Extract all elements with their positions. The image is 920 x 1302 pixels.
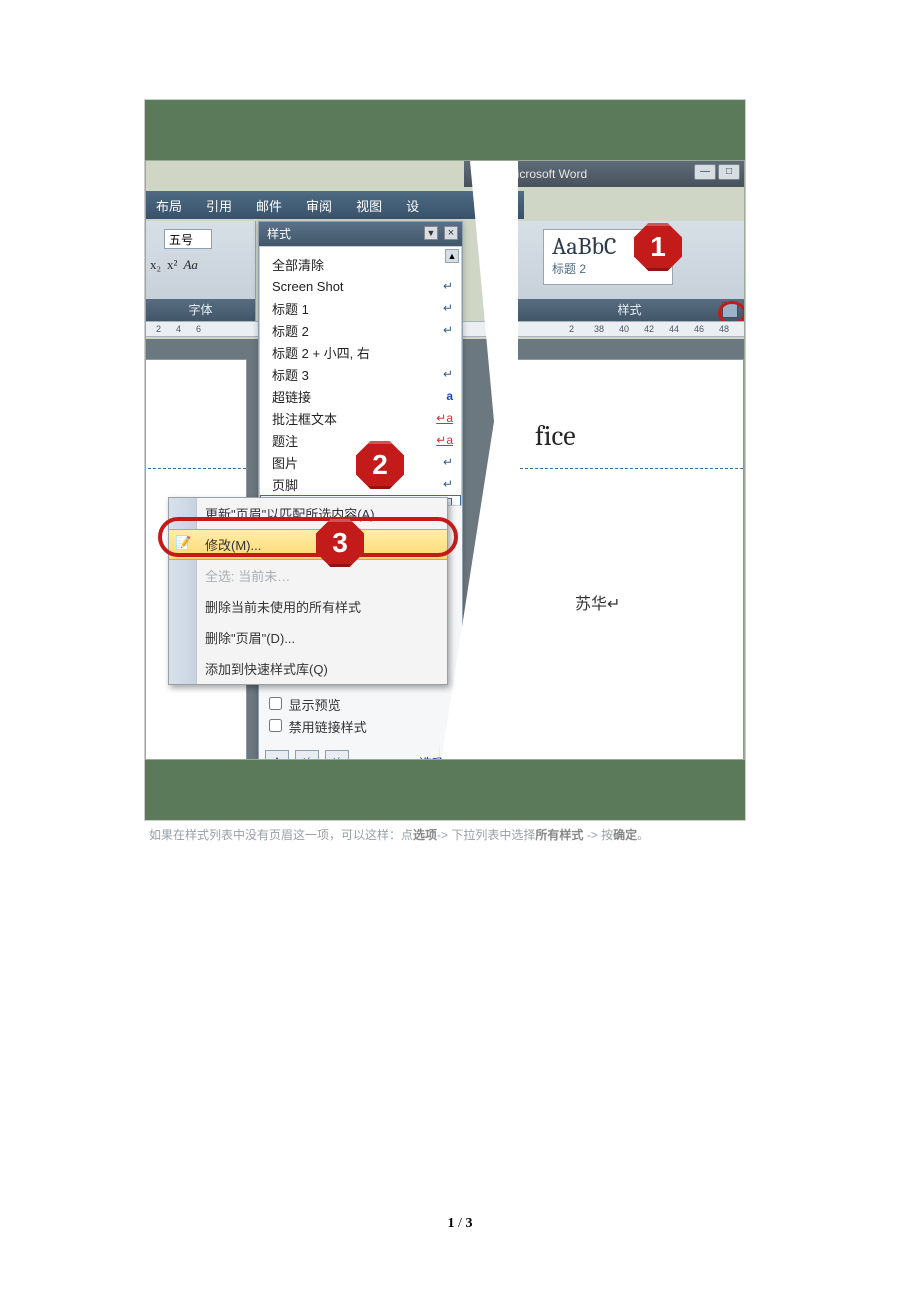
- ruler-tick: 2: [569, 324, 574, 334]
- styles-gallery: AaBbC 标题 2 样式: [514, 221, 744, 321]
- style-item[interactable]: 标题 2↵: [260, 319, 461, 341]
- styles-pane-title-text: 样式: [267, 227, 291, 241]
- minimize-button[interactable]: —: [694, 164, 716, 180]
- menu-update-to-match[interactable]: 更新"页眉"以匹配所选内容(A): [169, 498, 447, 529]
- annotation-badge-1: 1: [634, 223, 682, 271]
- page-right-fragment: fice 苏华↵: [514, 359, 744, 760]
- menu-add-to-quick[interactable]: 添加到快速样式库(Q): [169, 653, 447, 684]
- tab-design[interactable]: 设: [406, 196, 419, 215]
- ruler-tick: 40: [619, 324, 629, 334]
- tab-review[interactable]: 审阅: [306, 196, 332, 215]
- style-item[interactable]: 全部清除: [260, 253, 461, 275]
- ruler-tick: 46: [694, 324, 704, 334]
- modify-icon: 📝: [175, 535, 191, 551]
- style-context-menu: 更新"页眉"以匹配所选内容(A) 📝 修改(M)... 全选: 当前未… 删除当…: [168, 497, 448, 685]
- font-group-label: 字体: [146, 299, 255, 321]
- font-group: 五号 x₂ x² Aa 字体: [146, 221, 256, 321]
- header-separator: [515, 468, 743, 469]
- window-buttons: — □: [694, 164, 740, 180]
- pane-close-button[interactable]: ×: [444, 226, 458, 240]
- manage-styles-button[interactable]: ⁴⁄₄: [325, 750, 349, 760]
- ruler-tick: 6: [196, 324, 201, 334]
- ruler-tick: 2: [156, 324, 161, 334]
- font-script-buttons: x₂ x² Aa: [150, 257, 198, 273]
- ruler-tick: 38: [594, 324, 604, 334]
- new-style-button[interactable]: A: [265, 750, 289, 760]
- ribbon-tabs: 布局 引用 邮件 审阅 视图 设: [146, 191, 524, 219]
- change-case-button[interactable]: Aa: [183, 257, 197, 273]
- tab-reference[interactable]: 引用: [206, 196, 232, 215]
- word-window: 页眉 - Microsoft Word — □ 布局 引用 邮件 审阅 视图 设…: [145, 160, 745, 760]
- menu-delete-unused[interactable]: 删除当前未使用的所有样式: [169, 591, 447, 622]
- figure-caption: 如果在样式列表中没有页眉这一项，可以这样：点选项-> 下拉列表中选择所有样式 -…: [149, 826, 749, 843]
- pane-dropdown-icon[interactable]: ▼: [424, 226, 438, 240]
- options-link[interactable]: 选项...: [419, 753, 456, 761]
- pane-footer: A ⁴⁄₄ ⁴⁄₄ 选项...: [265, 750, 456, 760]
- screenshot-container: 页眉 - Microsoft Word — □ 布局 引用 邮件 审阅 视图 设…: [145, 100, 745, 820]
- window-title: 页眉 - Microsoft Word: [472, 167, 587, 181]
- menu-modify[interactable]: 📝 修改(M)...: [169, 529, 447, 560]
- menu-select-all: 全选: 当前未…: [169, 560, 447, 591]
- pane-checkboxes: 显示预览 禁用链接样式: [265, 694, 367, 738]
- scroll-up-icon[interactable]: ▲: [445, 249, 459, 263]
- style-item[interactable]: Screen Shot↵: [260, 275, 461, 297]
- tab-layout[interactable]: 布局: [156, 196, 182, 215]
- tab-view[interactable]: 视图: [356, 196, 382, 215]
- styles-group-label: 样式: [515, 299, 744, 321]
- subscript-button[interactable]: x₂: [150, 257, 161, 273]
- ruler-tick: 4: [176, 324, 181, 334]
- menu-delete-header[interactable]: 删除"页眉"(D)...: [169, 622, 447, 653]
- font-size-combo[interactable]: 五号: [164, 229, 212, 249]
- maximize-button[interactable]: □: [718, 164, 740, 180]
- disable-linked-checkbox[interactable]: 禁用链接样式: [265, 716, 367, 738]
- annotation-badge-2: 2: [356, 441, 404, 489]
- style-item[interactable]: 批注框文本↵a: [260, 407, 461, 429]
- show-preview-checkbox[interactable]: 显示预览: [265, 694, 367, 716]
- ruler-tick: 42: [644, 324, 654, 334]
- header-separator: [145, 468, 246, 469]
- ruler-tick: 44: [669, 324, 679, 334]
- header-text-fragment: fice: [535, 420, 576, 452]
- styles-pane-title: 样式 ▼ ×: [259, 222, 462, 246]
- style-inspector-button[interactable]: ⁴⁄₄: [295, 750, 319, 760]
- style-item[interactable]: 标题 2 + 小四, 右: [260, 341, 461, 363]
- superscript-button[interactable]: x²: [167, 257, 177, 273]
- style-item[interactable]: 超链接a: [260, 385, 461, 407]
- window-titlebar: 页眉 - Microsoft Word — □: [464, 161, 744, 187]
- page-number: 1 / 3: [0, 1216, 920, 1232]
- tab-mail[interactable]: 邮件: [256, 196, 282, 215]
- ruler-tick: 48: [719, 324, 729, 334]
- document-body-name: 苏华↵: [575, 590, 620, 614]
- annotation-badge-3: 3: [316, 519, 364, 567]
- style-item[interactable]: 题注↵a: [260, 429, 461, 451]
- style-item[interactable]: 标题 3↵: [260, 363, 461, 385]
- style-item[interactable]: 标题 1↵: [260, 297, 461, 319]
